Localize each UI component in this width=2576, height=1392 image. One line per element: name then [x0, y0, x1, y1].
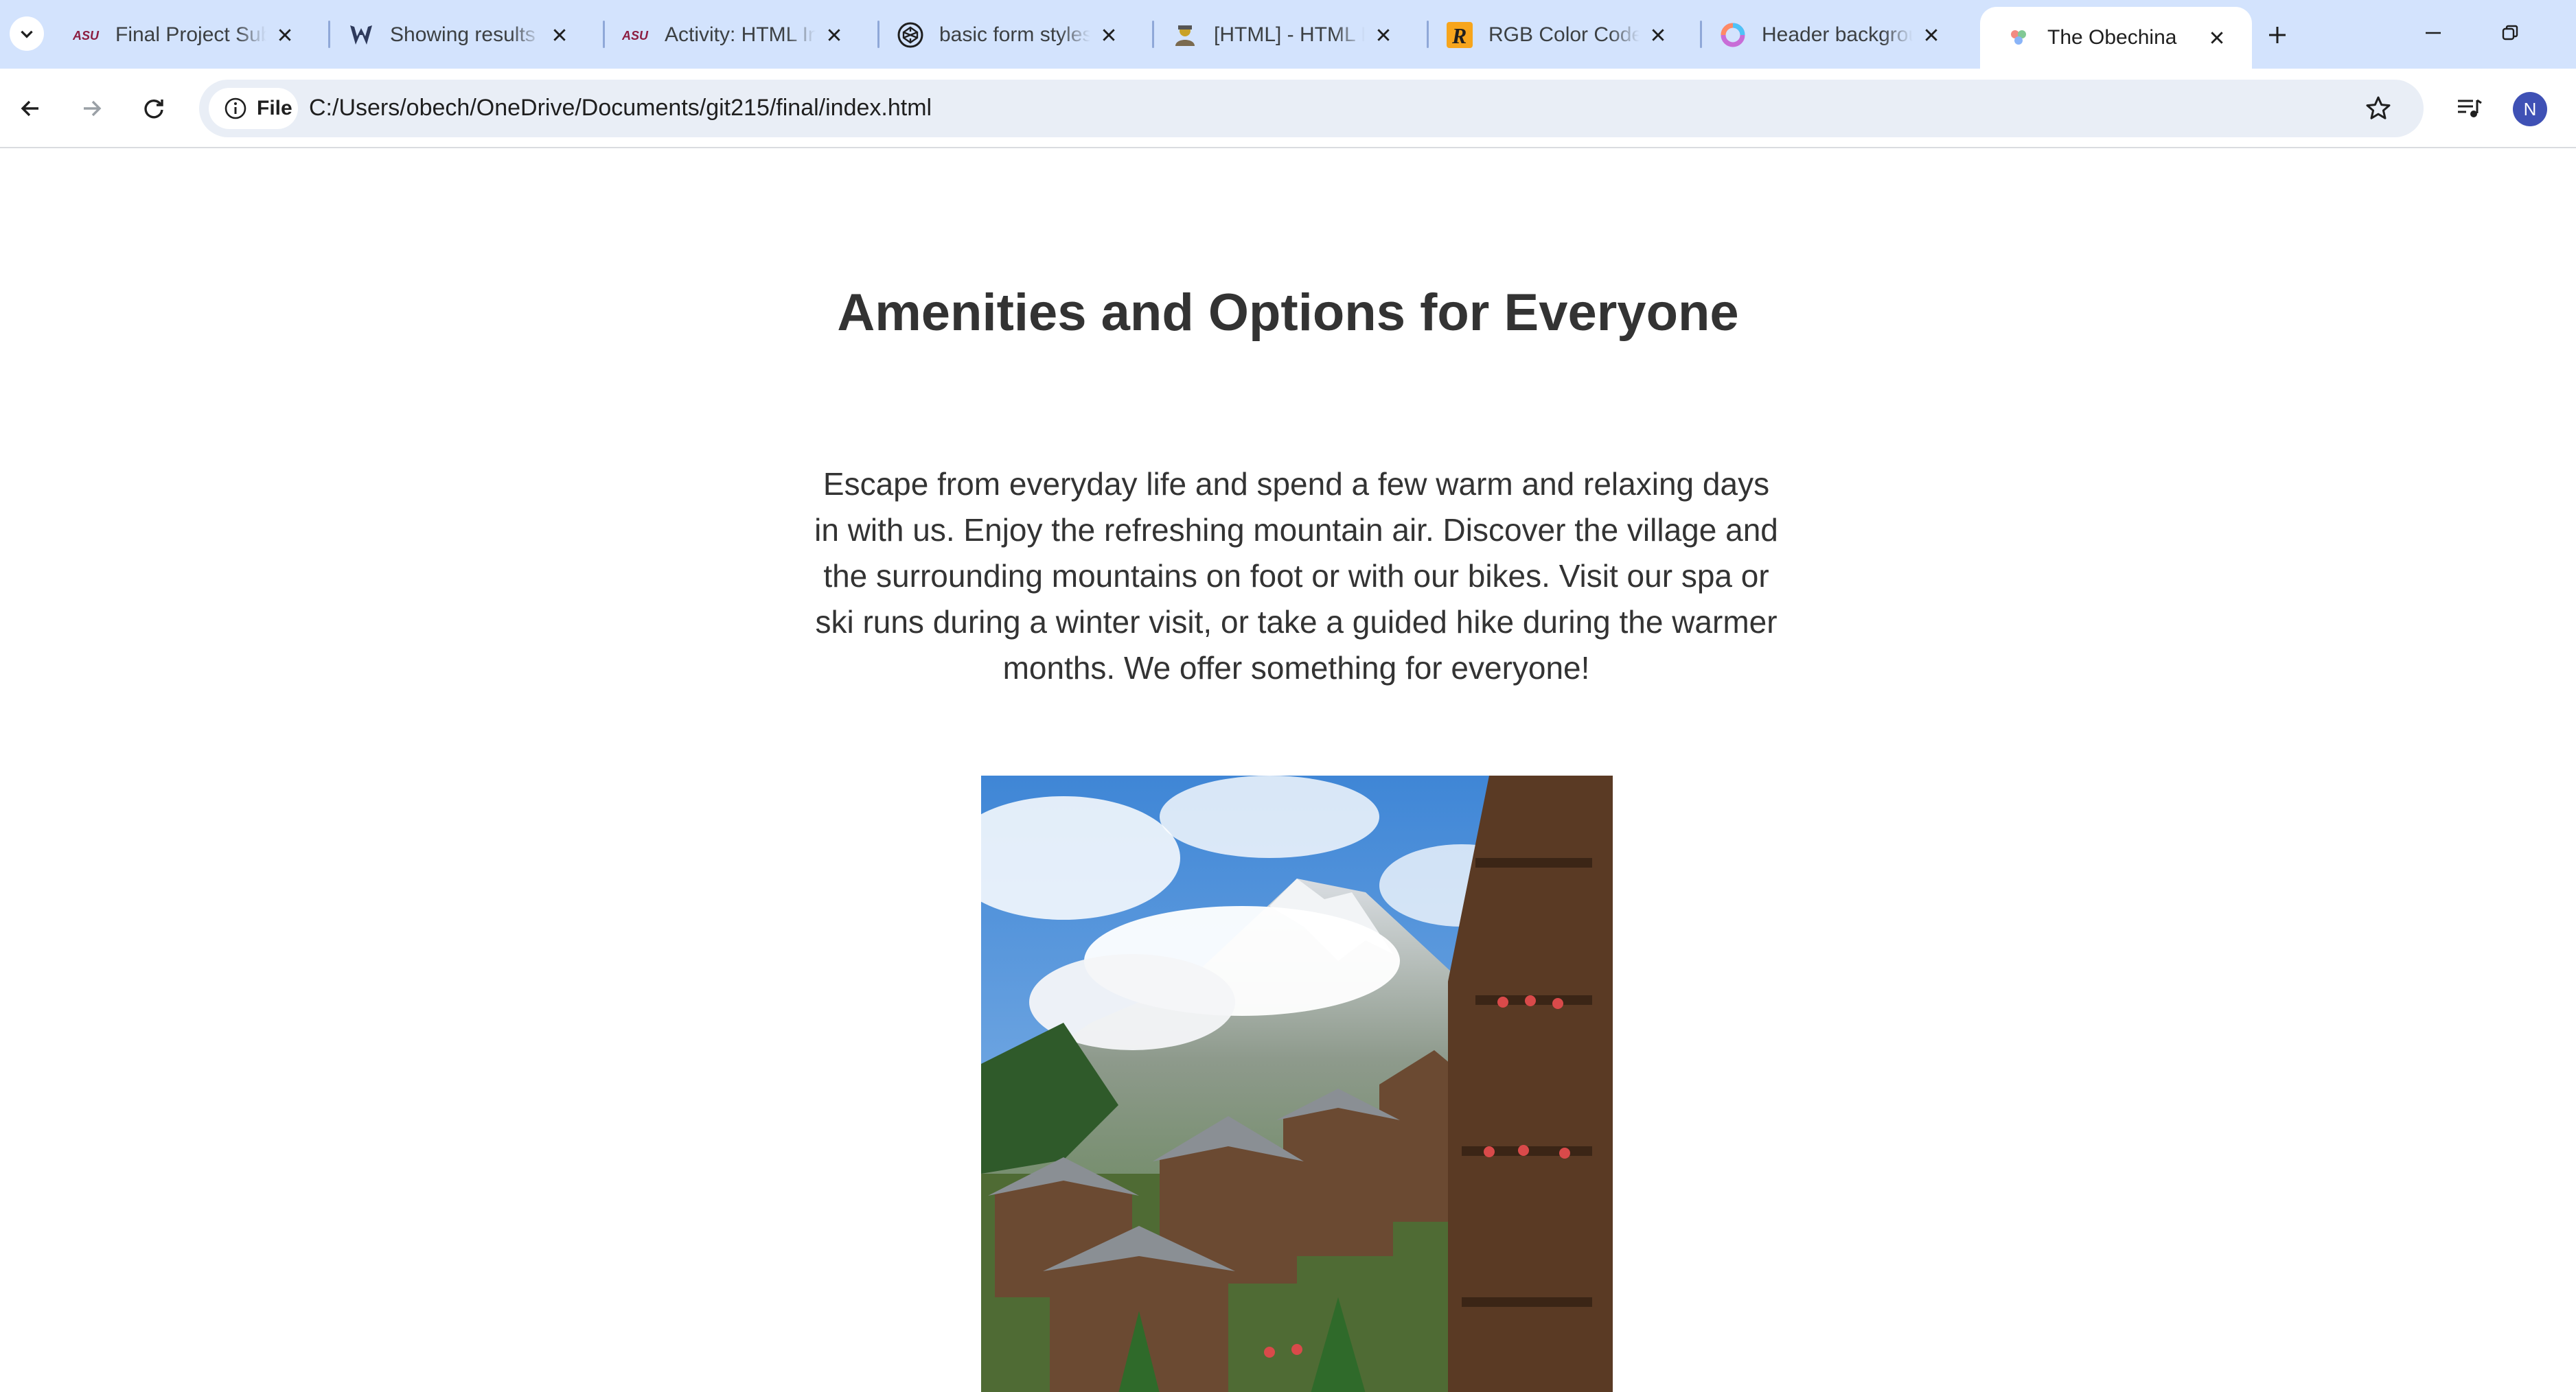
svg-text:ASU: ASU	[622, 29, 649, 43]
colorful-dots-icon	[2005, 24, 2032, 51]
wolverine-icon	[347, 21, 375, 49]
media-controls-button[interactable]	[2448, 88, 2489, 129]
tab-header-background[interactable]: Header background	[1694, 7, 1966, 63]
chevron-down-icon	[21, 30, 33, 38]
close-icon[interactable]	[1646, 23, 1670, 47]
tab-strip: ASU Final Project Submission Showing res…	[0, 0, 2576, 69]
site-info-label: File	[257, 97, 292, 119]
close-icon[interactable]	[273, 23, 297, 47]
asu-icon: ASU	[73, 21, 100, 49]
mountain-village-photo	[981, 776, 1613, 1392]
close-icon[interactable]	[2205, 26, 2229, 49]
codepen-icon	[897, 21, 924, 49]
reload-icon	[144, 100, 163, 119]
site-info-chip[interactable]: File	[209, 88, 298, 129]
tab-title: Showing results for	[390, 23, 541, 46]
tab-showing-results[interactable]: Showing results for	[323, 7, 595, 63]
browser-toolbar: File C:/Users/obech/OneDrive/Documents/g…	[0, 69, 2576, 148]
svg-text:ASU: ASU	[73, 29, 100, 43]
gradient-ring-icon	[1719, 21, 1747, 49]
info-icon	[225, 97, 246, 119]
intro-paragraph: Escape from everyday life and spend a fe…	[814, 466, 1778, 686]
restore-icon	[2502, 25, 2518, 40]
asu-icon: ASU	[622, 21, 649, 49]
tab-title: RGB Color Codes	[1488, 23, 1640, 46]
tab-title: [HTML] - HTML Inputs	[1214, 23, 1365, 46]
close-icon[interactable]	[1097, 23, 1120, 47]
tab-title: The Obechina	[2047, 26, 2177, 49]
tab-activity-html[interactable]: ASU Activity: HTML Intro	[597, 7, 869, 63]
user-icon	[1171, 21, 1199, 49]
url-text[interactable]: C:/Users/obech/OneDrive/Documents/git215…	[309, 95, 932, 121]
tab-final-project[interactable]: ASU Final Project Submission	[48, 7, 320, 63]
arrow-right-icon	[84, 100, 102, 117]
tab-rgb-color-codes[interactable]: R RGB Color Codes	[1421, 7, 1693, 63]
r-logo-icon: R	[1446, 21, 1473, 49]
minimize-button[interactable]	[2413, 12, 2454, 54]
minimize-icon	[2426, 32, 2441, 34]
avatar[interactable]: N	[2513, 92, 2547, 126]
tab-html-inputs[interactable]: [HTML] - HTML Inputs	[1147, 7, 1418, 63]
tab-title: Activity: HTML Intro	[665, 23, 816, 46]
playlist-icon	[2458, 99, 2482, 117]
restore-button[interactable]	[2489, 12, 2531, 54]
plus-icon	[2269, 27, 2286, 43]
forward-button[interactable]	[71, 88, 113, 129]
star-icon	[2366, 96, 2391, 119]
address-bar[interactable]: File C:/Users/obech/OneDrive/Documents/g…	[199, 80, 2424, 137]
bookmark-button[interactable]	[2358, 88, 2399, 129]
close-icon[interactable]	[1372, 23, 1395, 47]
tab-basic-form-styles[interactable]: basic form styles	[872, 7, 1144, 63]
tab-title: Final Project Submission	[115, 23, 266, 46]
close-icon[interactable]	[1920, 23, 1943, 47]
back-button[interactable]	[10, 88, 51, 129]
tab-the-obechina[interactable]: The Obechina	[1980, 7, 2252, 69]
close-icon[interactable]	[823, 23, 846, 47]
new-tab-button[interactable]	[2259, 16, 2296, 54]
page-title: Amenities and Options for Everyone	[837, 283, 1739, 342]
close-icon[interactable]	[548, 23, 571, 47]
tab-search-button[interactable]	[10, 16, 44, 51]
svg-text:R: R	[1451, 23, 1467, 48]
tab-title: basic form styles	[939, 23, 1090, 46]
reload-button[interactable]	[133, 88, 174, 129]
arrow-left-icon	[21, 100, 38, 117]
tab-title: Header background	[1762, 23, 1913, 46]
web-page: Amenities and Options for Everyone Escap…	[0, 148, 2576, 1392]
